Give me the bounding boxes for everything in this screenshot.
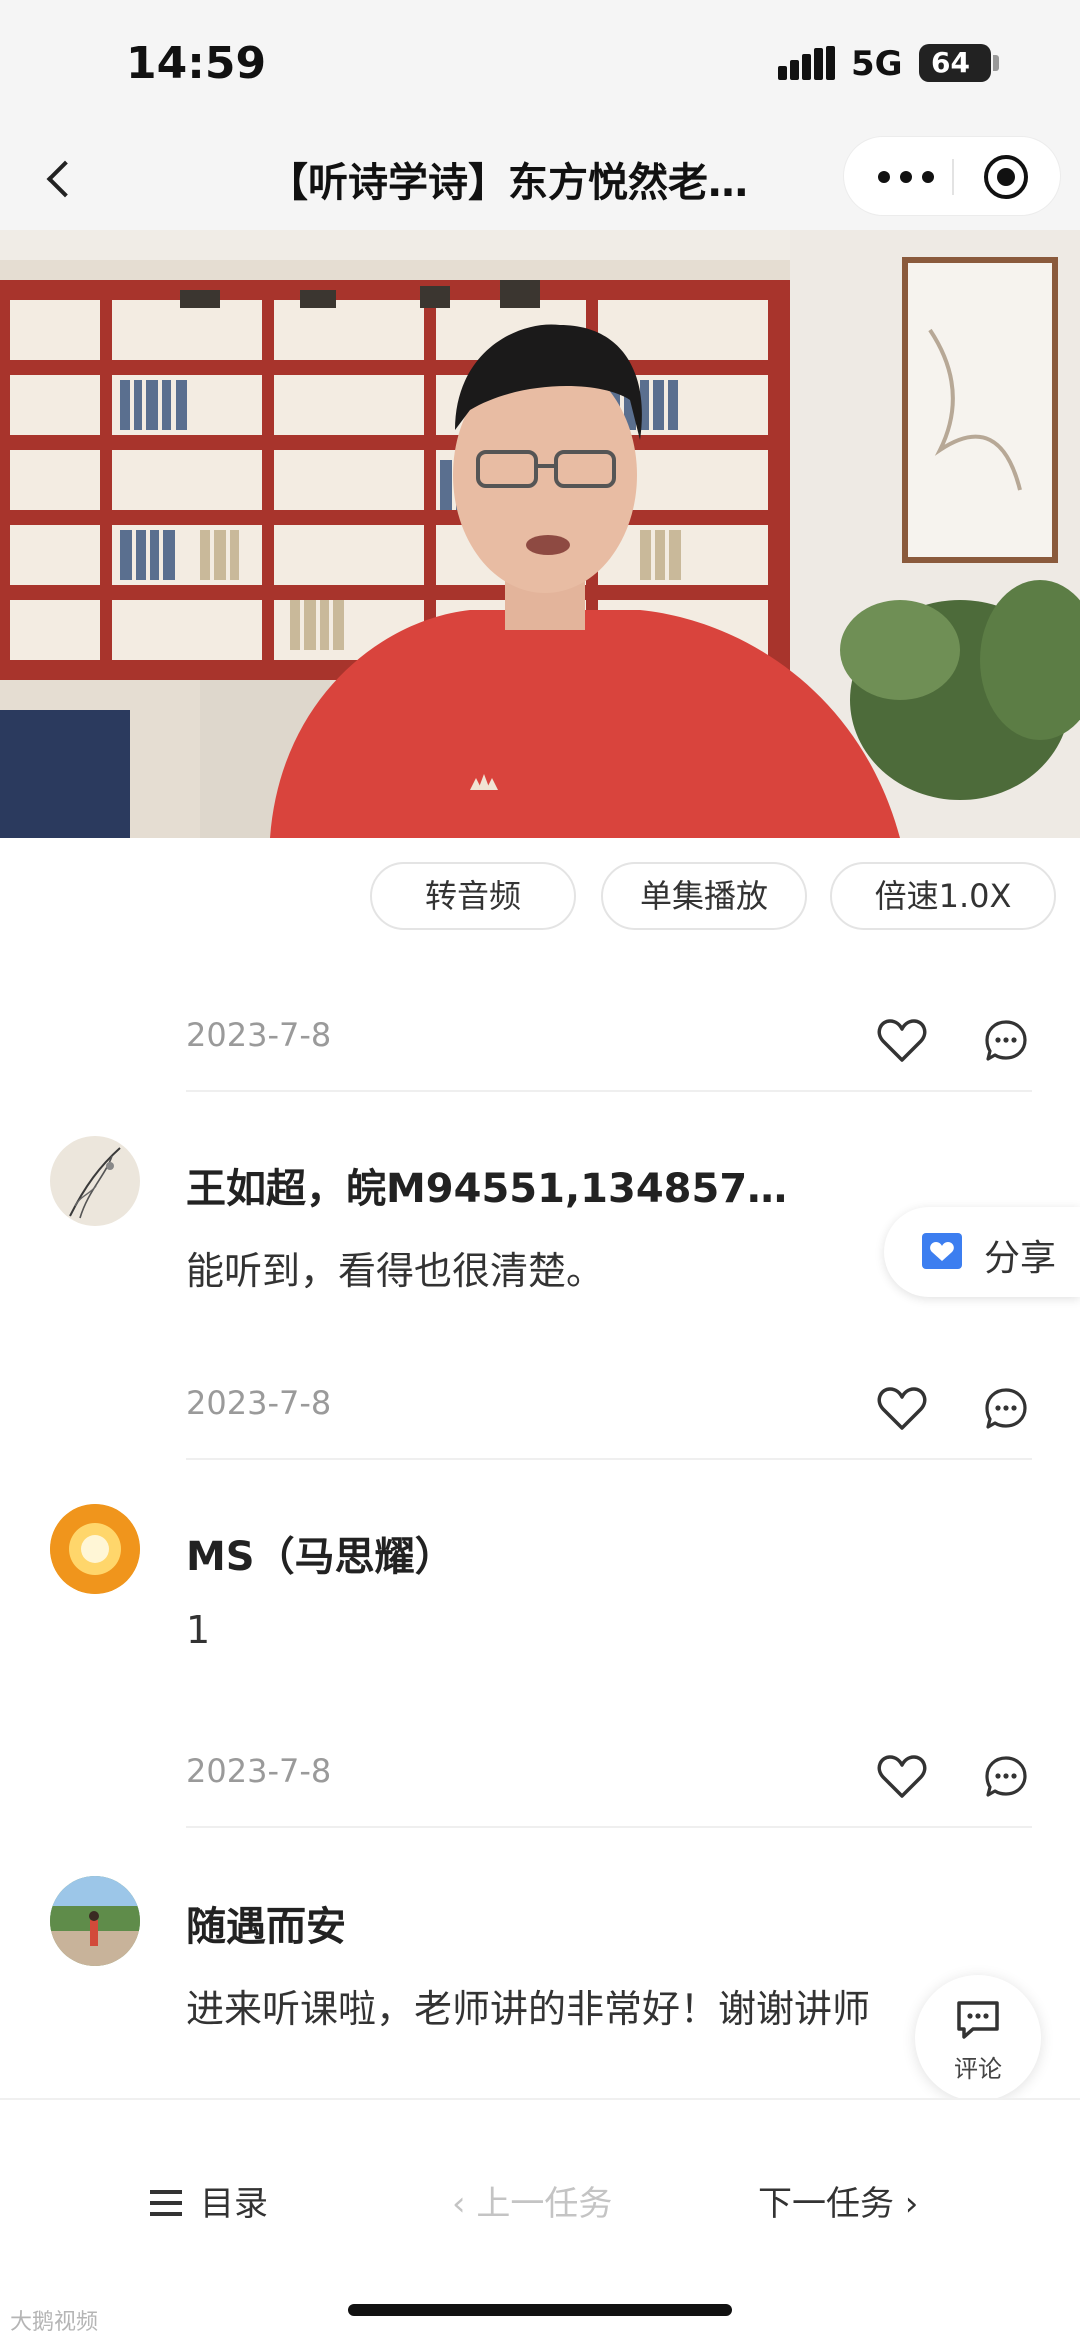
avatar-image: [69, 1147, 121, 1219]
status-bar: 14:59 5G 64: [0, 0, 1080, 128]
capsule-divider: [952, 159, 954, 195]
comment-username: 随遇而安: [186, 1904, 346, 1950]
chevron-left-icon: ‹: [452, 2184, 477, 2224]
comment-date: 2023-7-8: [186, 1016, 332, 1054]
battery-cap: [993, 55, 999, 71]
status-time: 14:59: [126, 38, 267, 89]
nav-bar: 【听诗学诗】东方悦然老…: [0, 128, 1080, 230]
next-task-label: 下一任务: [758, 2184, 894, 2224]
convert-audio-button[interactable]: 转音频: [370, 862, 576, 930]
video-frame: [0, 230, 1080, 838]
next-task-button[interactable]: 下一任务 ›: [758, 2176, 918, 2225]
avatar[interactable]: [50, 1136, 140, 1226]
toc-button[interactable]: 目录: [200, 2176, 268, 2225]
prev-task-label: 上一任务: [476, 2184, 613, 2224]
share-label: 分享: [984, 1238, 1057, 1279]
comment-text: 能听到，看得也很清楚。: [186, 1249, 605, 1293]
watermark: 大鹅视频: [10, 2310, 99, 2335]
divider: [186, 1826, 1032, 1828]
chat-icon: [957, 2001, 999, 2039]
share-icon: [922, 1233, 962, 1269]
chevron-left-icon: [46, 160, 84, 198]
heart-icon[interactable]: [877, 1386, 927, 1432]
comment-bubble-icon[interactable]: [984, 1755, 1028, 1799]
home-indicator: [348, 2304, 732, 2316]
avatar-image: [50, 1876, 140, 1966]
comment-username: MS（马思耀）: [186, 1534, 455, 1580]
comment-username: 王如超，皖M94551,134857…: [186, 1166, 788, 1212]
comment-fab-button[interactable]: 评论: [915, 1975, 1041, 2101]
share-button[interactable]: 分享: [884, 1207, 1080, 1297]
comment-text: 进来听课啦，老师讲的非常好！谢谢讲师: [186, 1987, 871, 2031]
divider: [186, 1090, 1032, 1092]
single-play-button[interactable]: 单集播放: [601, 862, 807, 930]
more-icon[interactable]: [874, 159, 938, 195]
prev-task-button[interactable]: ‹ 上一任务: [452, 2176, 612, 2225]
battery-icon: 64: [919, 44, 991, 82]
network-label: 5G: [851, 44, 903, 84]
comment-fab-label: 评论: [954, 2055, 1002, 2083]
battery-level: 64: [931, 46, 970, 79]
bottom-bar: 目录 ‹ 上一任务 下一任务 › 大鹅视频: [0, 2098, 1080, 2336]
avatar-image: [50, 1504, 140, 1594]
page-title: 【听诗学诗】东方悦然老…: [268, 160, 748, 206]
comment-date: 2023-7-8: [186, 1752, 332, 1790]
comment-text: 1: [186, 1608, 211, 1652]
comment-bubble-icon[interactable]: [984, 1019, 1028, 1063]
chevron-right-icon: ›: [894, 2184, 919, 2224]
signal-icon: [778, 46, 836, 80]
video-player[interactable]: [0, 230, 1080, 838]
close-miniprogram-icon[interactable]: [984, 155, 1028, 199]
comment-date: 2023-7-8: [186, 1384, 332, 1422]
avatar[interactable]: [50, 1876, 140, 1966]
playback-speed-button[interactable]: 倍速1.0X: [830, 862, 1056, 930]
back-button[interactable]: [30, 150, 86, 206]
avatar[interactable]: [50, 1504, 140, 1594]
heart-icon[interactable]: [877, 1754, 927, 1800]
miniprogram-capsule: [843, 136, 1061, 216]
menu-icon[interactable]: [150, 2190, 182, 2216]
divider: [186, 1458, 1032, 1460]
heart-icon[interactable]: [877, 1018, 927, 1064]
comment-bubble-icon[interactable]: [984, 1387, 1028, 1431]
